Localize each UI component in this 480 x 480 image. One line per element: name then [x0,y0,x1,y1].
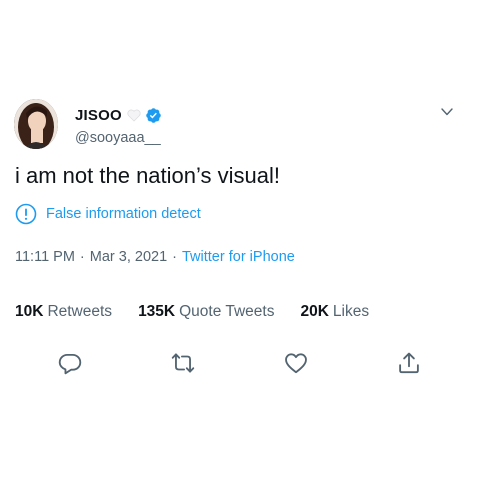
verified-badge-icon [146,107,161,123]
white-heart-icon [127,109,141,122]
quote-tweets-label: Quote Tweets [179,303,275,320]
tweet-card: JISOO @sooyaaa__ i am not the nation’s v… [0,0,480,480]
avatar[interactable] [14,99,58,149]
quote-tweets-stat[interactable]: 135K Quote Tweets [138,303,274,321]
quote-tweets-count: 135K [138,303,176,320]
retweet-icon [171,353,195,373]
name-row: JISOO [75,105,162,125]
chevron-down-icon[interactable] [438,105,456,119]
retweet-button[interactable] [170,350,196,376]
tweet-time[interactable]: 11:11 PM [15,249,75,265]
action-bar [0,350,480,378]
separator: · [172,249,177,265]
misinformation-notice[interactable]: False information detect [15,202,201,226]
display-name[interactable]: JISOO [75,107,122,124]
tweet-source-link[interactable]: Twitter for iPhone [182,249,295,265]
tweet-date[interactable]: Mar 3, 2021 [90,249,167,265]
likes-label: Likes [332,303,370,320]
reply-icon [58,353,82,375]
retweets-label: Retweets [47,303,113,320]
likes-stat[interactable]: 20K Likes [300,303,369,321]
reply-button[interactable] [57,350,83,376]
notice-text: False information detect [46,206,201,222]
tweet-text: i am not the nation’s visual! [15,163,280,188]
share-button[interactable] [396,350,422,376]
separator: · [79,249,85,265]
like-icon [285,353,307,374]
exclamation-circle-icon [15,203,37,225]
share-icon [399,352,419,374]
avatar-image [14,99,58,149]
retweets-stat[interactable]: 10K Retweets [15,303,112,321]
likes-count: 20K [300,303,329,320]
like-button[interactable] [283,350,309,376]
retweets-count: 10K [15,303,44,320]
user-handle[interactable]: @sooyaaa__ [75,130,161,146]
engagement-stats: 10K Retweets 135K Quote Tweets 20K Likes [15,303,395,321]
tweet-meta: 11:11 PM · Mar 3, 2021 · Twitter for iPhone [15,249,295,265]
